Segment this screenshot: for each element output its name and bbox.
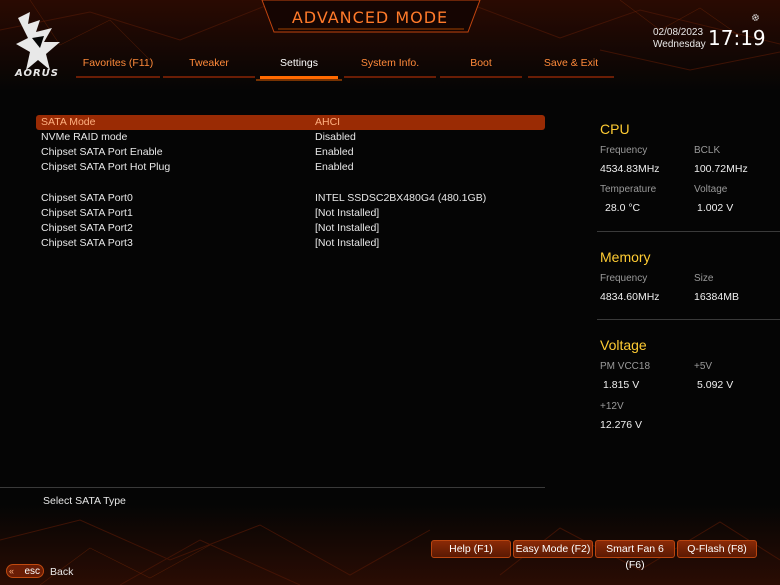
bclk-value: 100.72MHz [694, 163, 748, 175]
gear-icon[interactable] [751, 13, 760, 22]
tab-system-info[interactable]: System Info. [344, 56, 436, 78]
help-button[interactable]: Help (F1) [431, 540, 511, 558]
setting-label: Chipset SATA Port Enable [41, 146, 163, 158]
memory-title: Memory [600, 249, 651, 265]
memory-size-value: 16384MB [694, 291, 739, 303]
cpu-temperature-value: 28.0 °C [605, 202, 641, 214]
setting-row-nvme-raid[interactable]: NVMe RAID mode Disabled [36, 130, 545, 145]
setting-value[interactable]: Enabled [315, 160, 354, 175]
cpu-voltage-value: 1.002 V [697, 202, 734, 214]
setting-row-hot-plug[interactable]: Chipset SATA Port Hot Plug Enabled [36, 160, 545, 175]
cpu-voltage-label: Voltage [694, 184, 728, 195]
date-display: 02/08/2023 Wednesday [653, 27, 706, 51]
tab-settings[interactable]: Settings [256, 56, 342, 81]
weekday: Wednesday [653, 39, 706, 50]
help-divider [0, 487, 545, 488]
qflash-button[interactable]: Q-Flash (F8) [677, 540, 757, 558]
clock: 17:19 [708, 26, 766, 50]
cpu-temperature-label: Temperature [600, 184, 657, 195]
setting-label: Chipset SATA Port2 [41, 222, 133, 234]
setting-label: NVMe RAID mode [41, 131, 128, 143]
memory-frequency-value: 4834.60MHz [600, 291, 660, 303]
setting-row-port-enable[interactable]: Chipset SATA Port Enable Enabled [36, 145, 545, 160]
cpu-title: CPU [600, 121, 630, 137]
voltage-title: Voltage [600, 337, 647, 353]
cpu-frequency-value: 4534.83MHz [600, 163, 660, 175]
tab-boot[interactable]: Boot [440, 56, 522, 78]
p12v-value: 12.276 V [600, 419, 643, 431]
setting-value[interactable]: AHCI [315, 115, 340, 130]
setting-label: Chipset SATA Port Hot Plug [41, 161, 171, 173]
setting-label: Chipset SATA Port0 [41, 192, 133, 204]
pmvcc18-value: 1.815 V [603, 379, 640, 391]
setting-row-port3[interactable]: Chipset SATA Port3 [Not Installed] [36, 236, 545, 251]
setting-value: INTEL SSDSC2BX480G4 (480.1GB) [315, 192, 487, 204]
monitor-separator [597, 231, 780, 232]
setting-value[interactable]: Enabled [315, 145, 354, 160]
tab-bar: Favorites (F11) Tweaker Settings System … [0, 56, 780, 81]
chevron-left-icon: « [9, 566, 15, 576]
setting-row-sata-mode[interactable]: SATA Mode AHCI [36, 115, 545, 130]
p5v-label: +5V [694, 361, 713, 372]
setting-row-port2[interactable]: Chipset SATA Port2 [Not Installed] [36, 221, 545, 236]
tab-tweaker[interactable]: Tweaker [163, 56, 255, 78]
setting-value: [Not Installed] [315, 222, 380, 234]
setting-row-port1[interactable]: Chipset SATA Port1 [Not Installed] [36, 206, 545, 221]
page-title: ADVANCED MODE [291, 8, 449, 27]
cpu-frequency-label: Frequency [600, 145, 648, 156]
pmvcc18-label: PM VCC18 [600, 361, 651, 372]
smart-fan-button[interactable]: Smart Fan 6 (F6) [595, 540, 675, 571]
easy-mode-button[interactable]: Easy Mode (F2) [513, 540, 593, 558]
setting-value: [Not Installed] [315, 207, 380, 219]
tab-save-exit[interactable]: Save & Exit [528, 56, 614, 78]
setting-value: [Not Installed] [315, 237, 380, 249]
setting-row-port0[interactable]: Chipset SATA Port0 INTEL SSDSC2BX480G4 (… [36, 191, 545, 206]
setting-label: Chipset SATA Port1 [41, 207, 133, 219]
back-label: Back [50, 566, 74, 578]
help-description: Select SATA Type [43, 495, 126, 507]
memory-size-label: Size [694, 273, 714, 284]
setting-value[interactable]: Disabled [315, 130, 356, 145]
setting-label: Chipset SATA Port3 [41, 237, 133, 249]
monitor-separator [597, 319, 780, 320]
p12v-label: +12V [600, 401, 624, 412]
tab-favorites[interactable]: Favorites (F11) [76, 56, 160, 78]
bclk-label: BCLK [694, 145, 721, 156]
p5v-value: 5.092 V [697, 379, 734, 391]
setting-label: SATA Mode [41, 116, 96, 128]
memory-frequency-label: Frequency [600, 273, 648, 284]
date: 02/08/2023 [653, 27, 704, 38]
